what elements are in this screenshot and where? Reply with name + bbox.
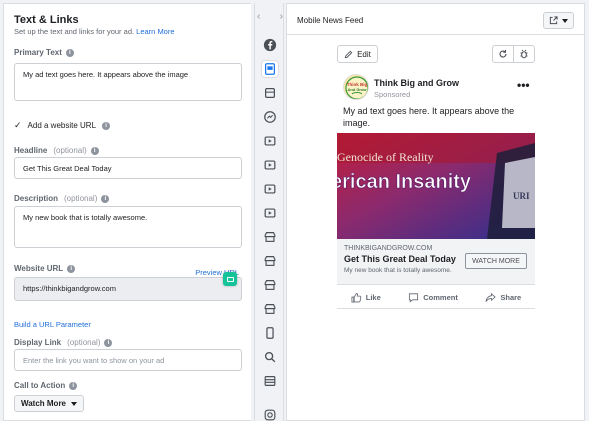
video-icon[interactable] [262,157,278,173]
info-icon[interactable]: i [90,146,99,155]
optional-tag: (optional) [53,146,87,155]
comment-label: Comment [423,293,458,302]
optional-tag: (optional) [64,194,98,203]
placement-nav: ‹ › [257,11,283,22]
info-icon[interactable]: i [102,121,111,130]
ad-image-line3: URI [513,191,530,201]
edit-button[interactable]: Edit [337,45,378,63]
share-label: Share [500,293,522,302]
ad-image-line1: Genocide of Reality [337,150,434,164]
instagram-icon[interactable] [262,407,278,421]
call-to-action-label-text: Call to Action [14,381,66,390]
more-options-icon[interactable]: ••• [517,78,530,92]
ad-image[interactable]: Genocide of Reality erican Insanity URI [337,133,535,239]
video-icon[interactable] [262,181,278,197]
info-icon[interactable]: i [67,264,76,273]
text-and-links-panel: Text & Links Set up the text and links f… [3,3,251,421]
refresh-icon [499,50,507,58]
preview-tools [492,45,535,63]
info-icon[interactable]: i [69,381,78,390]
display-link-label: Display Link (optional) i [14,338,113,347]
like-button[interactable]: Like [351,292,381,303]
website-url-input[interactable]: https://thinkbigandgrow.com [14,277,242,301]
headline-input[interactable]: Get This Great Deal Today [14,157,242,179]
placement-title: Mobile News Feed [297,16,364,25]
description-input[interactable]: My new book that is totally awesome. [14,206,242,248]
info-icon[interactable]: i [101,194,110,203]
desktop-feed-icon[interactable] [262,85,278,101]
video-icon[interactable] [262,205,278,221]
chevron-right-icon[interactable]: › [280,11,283,22]
thumbs-up-icon [351,292,361,303]
build-url-parameter-link[interactable]: Build a URL Parameter [14,320,91,329]
ad-preview-panel: Mobile News Feed Edit Think Big And Grow… [286,3,585,421]
display-link-input[interactable]: Enter the link you want to show on your … [14,349,242,371]
add-website-url-toggle[interactable]: ✓ Add a website URL i [14,120,111,131]
caret-down-icon [562,18,568,23]
refresh-button[interactable] [493,46,514,62]
facebook-icon[interactable] [262,37,278,53]
primary-text-label-text: Primary Text [14,48,62,57]
like-label: Like [365,293,381,302]
search-icon[interactable] [262,349,278,365]
grammarly-icon[interactable] [223,272,237,286]
edit-label: Edit [357,49,371,59]
marketplace-icon[interactable] [262,253,278,269]
placement-strip: ‹ › [254,3,284,421]
info-icon[interactable]: i [104,338,113,347]
page-name[interactable]: Think Big and Grow [374,78,459,88]
header-divider [287,34,584,35]
add-website-url-label: Add a website URL [27,121,97,130]
primary-text-input[interactable]: My ad text goes here. It appears above t… [14,63,242,101]
ad-link-card[interactable]: THINKBIGANDGROW.COM Get This Great Deal … [337,239,535,285]
post-text: My ad text goes here. It appears above t… [343,106,515,128]
website-url-label: Website URL i [14,264,76,273]
reaction-bar: Like Comment Share [337,287,535,309]
phone-icon[interactable] [262,325,278,341]
ad-headline: Get This Great Deal Today [344,254,456,264]
messenger-icon[interactable] [262,109,278,125]
checkmark-icon: ✓ [14,120,22,130]
section-title: Text & Links [14,14,79,26]
video-icon[interactable] [262,133,278,149]
ad-image-line2: erican Insanity [337,171,472,193]
pencil-icon [344,50,353,58]
comment-icon [409,293,419,303]
bug-icon [520,49,528,59]
sponsored-label: Sponsored [374,90,411,99]
headline-label: Headline (optional) i [14,146,99,155]
caret-down-icon [71,401,78,406]
chevron-left-icon[interactable]: ‹ [257,11,260,22]
description-label-text: Description [14,194,59,203]
primary-text-label: Primary Text i [14,48,74,57]
info-icon[interactable]: i [65,48,74,57]
section-subtitle: Set up the text and links for your ad. L… [14,27,175,36]
call-to-action-value: Watch More [20,399,67,408]
call-to-action-dropdown[interactable]: Watch More [14,395,84,412]
ad-description: My new book that is totally awesome. [344,267,452,274]
optional-tag: (optional) [67,338,101,347]
share-icon [485,292,497,302]
call-to-action-label: Call to Action i [14,381,78,390]
open-preview-button[interactable] [543,12,574,29]
share-button[interactable]: Share [485,292,521,303]
learn-more-link[interactable]: Learn More [136,27,174,36]
comment-button[interactable]: Comment [408,292,458,303]
display-link-label-text: Display Link [14,338,62,347]
description-label: Description (optional) i [14,194,110,203]
store-icon[interactable] [262,373,278,389]
mobile-feed-icon[interactable] [262,61,278,77]
svg-text:And Grow: And Grow [347,87,367,92]
page-avatar[interactable]: Think Big And Grow [343,74,369,100]
marketplace-icon[interactable] [262,229,278,245]
external-link-icon [549,16,558,25]
marketplace-icon[interactable] [262,301,278,317]
debug-button[interactable] [514,46,534,62]
section-subtitle-text: Set up the text and links for your ad. [14,27,135,36]
website-url-label-text: Website URL [14,264,64,273]
headline-label-text: Headline [14,146,48,155]
watch-more-button[interactable]: WATCH MORE [465,253,527,269]
ad-domain: THINKBIGANDGROW.COM [344,245,433,252]
marketplace-icon[interactable] [262,277,278,293]
